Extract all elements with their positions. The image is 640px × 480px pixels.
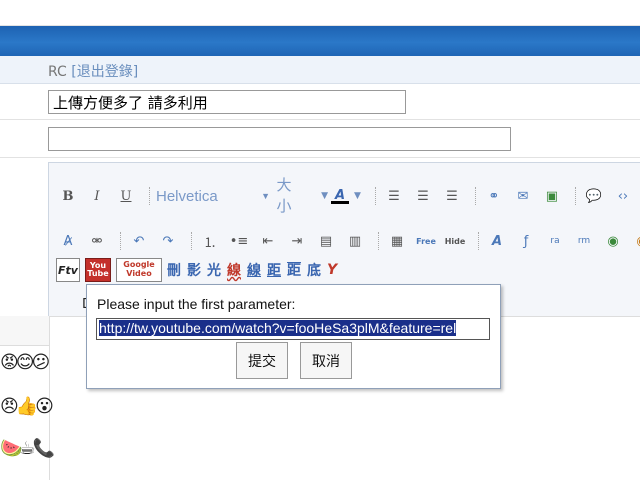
top-bar xyxy=(0,0,640,26)
header-banner xyxy=(0,26,640,56)
table-icon[interactable]: ▦ xyxy=(385,229,409,253)
font-style-icon[interactable]: A xyxy=(485,229,509,253)
font-family-select[interactable]: Helvetica ▼ xyxy=(156,188,276,205)
username: RC xyxy=(48,64,67,80)
media-player-icon[interactable]: ◉ xyxy=(601,229,625,253)
second-row xyxy=(0,120,640,158)
subject-input[interactable] xyxy=(48,90,406,114)
float-right-icon[interactable]: ▥ xyxy=(343,229,367,253)
unlink-icon[interactable]: ⚮ xyxy=(85,229,109,253)
smiley-icon[interactable]: 😡😊😕 xyxy=(0,352,50,373)
logout-link[interactable]: [退出登錄] xyxy=(71,64,138,80)
align-right-icon[interactable]: ☰ xyxy=(440,184,464,208)
ordered-list-icon[interactable]: ⒈ xyxy=(198,229,222,253)
dialog-prompt: Please input the first parameter: xyxy=(97,296,296,312)
toolbar-char-button[interactable]: 距 xyxy=(267,260,281,280)
align-center-icon[interactable]: ☰ xyxy=(411,184,435,208)
chevron-down-icon: ▼ xyxy=(261,191,270,201)
google-video-button[interactable]: Google Video xyxy=(116,258,162,282)
undo-icon[interactable]: ↶ xyxy=(127,229,151,253)
separator xyxy=(378,232,379,250)
hide-icon[interactable]: Hide xyxy=(443,229,467,253)
parameter-value: http://tw.youtube.com/watch?v=fooHeSa3pl… xyxy=(99,320,457,336)
quote-icon[interactable]: 💬 xyxy=(582,184,606,208)
toolbar-char-button[interactable]: 底 xyxy=(307,260,321,280)
email-icon[interactable]: ✉ xyxy=(511,184,535,208)
toolbar-char-button[interactable]: 影 xyxy=(187,260,201,280)
float-left-icon[interactable]: ▤ xyxy=(314,229,338,253)
separator xyxy=(374,187,376,205)
user-info: RC [退出登錄] xyxy=(48,61,138,81)
font-family-value: Helvetica xyxy=(156,187,218,205)
toolbar-row-3: Ftv You Tube Google Video 刪 影 光 線 線 距 距 … xyxy=(56,256,343,284)
toolbar-char-button[interactable]: 刪 xyxy=(167,260,181,280)
parameter-dialog: Please input the first parameter: http:/… xyxy=(86,284,501,389)
youtube-button[interactable]: You Tube xyxy=(85,258,111,282)
smiley-icon[interactable]: 🍉☕📞 xyxy=(0,438,55,459)
outdent-icon[interactable]: ⇤ xyxy=(256,229,280,253)
parameter-input[interactable]: http://tw.youtube.com/watch?v=fooHeSa3pl… xyxy=(96,318,490,340)
separator xyxy=(120,232,121,250)
toolbar-char-button[interactable]: 距 xyxy=(287,260,301,280)
media-icon[interactable]: ◉ xyxy=(630,229,640,253)
cancel-button[interactable]: 取消 xyxy=(300,342,352,379)
toolbar-row-1: B I U Helvetica ▼ 大小 ▼ A ▼ ☰ ☰ ☰ ⚭ ✉ ▣ 💬… xyxy=(56,175,640,217)
image-icon[interactable]: ▣ xyxy=(540,184,564,208)
user-bar: RC [退出登錄] xyxy=(0,56,640,84)
unordered-list-icon[interactable]: •≡ xyxy=(227,229,251,253)
toolbar-char-button[interactable]: 線 xyxy=(227,260,241,280)
font-size-value: 大小 xyxy=(276,176,292,215)
toolbar-row-2: A̷ ⚮ ↶ ↷ ⒈ •≡ ⇤ ⇥ ▤ ▥ ▦ Free Hide A ƒ ra… xyxy=(56,228,640,254)
google-label-bottom: Video xyxy=(126,269,152,278)
smiley-panel-header xyxy=(0,316,49,346)
remove-format-icon[interactable]: A̷ xyxy=(56,229,80,253)
toolbar-char-button[interactable]: 光 xyxy=(207,260,221,280)
bold-icon[interactable]: B xyxy=(56,184,80,208)
font-color-icon[interactable]: A xyxy=(328,184,352,208)
underline-icon[interactable]: U xyxy=(114,184,138,208)
title-row xyxy=(0,84,640,120)
ftv-button[interactable]: Ftv xyxy=(56,258,80,282)
flash-icon[interactable]: ƒ xyxy=(514,229,538,253)
chevron-down-icon: ▼ xyxy=(321,190,328,201)
redo-icon[interactable]: ↷ xyxy=(156,229,180,253)
yahoo-icon[interactable]: Y xyxy=(327,262,337,278)
toolbar-char-button[interactable]: 線 xyxy=(247,260,261,280)
separator xyxy=(574,187,576,205)
smiley-icon[interactable]: 😠👍😮 xyxy=(0,396,54,417)
link-icon[interactable]: ⚭ xyxy=(482,184,506,208)
separator xyxy=(191,232,192,250)
indent-icon[interactable]: ⇥ xyxy=(285,229,309,253)
chevron-down-icon[interactable]: ▼ xyxy=(354,191,361,201)
realaudio-icon[interactable]: ra xyxy=(543,229,567,253)
align-left-icon[interactable]: ☰ xyxy=(382,184,406,208)
italic-icon[interactable]: I xyxy=(85,184,109,208)
separator xyxy=(478,232,479,250)
free-icon[interactable]: Free xyxy=(414,229,438,253)
secondary-input[interactable] xyxy=(48,127,511,151)
separator xyxy=(474,187,476,205)
submit-button[interactable]: 提交 xyxy=(236,342,288,379)
font-size-select[interactable]: 大小 ▼ xyxy=(276,175,328,217)
code-icon[interactable]: ‹› xyxy=(611,184,635,208)
youtube-label-bottom: Tube xyxy=(87,269,109,278)
separator xyxy=(149,187,150,205)
realmedia-icon[interactable]: rm xyxy=(572,229,596,253)
